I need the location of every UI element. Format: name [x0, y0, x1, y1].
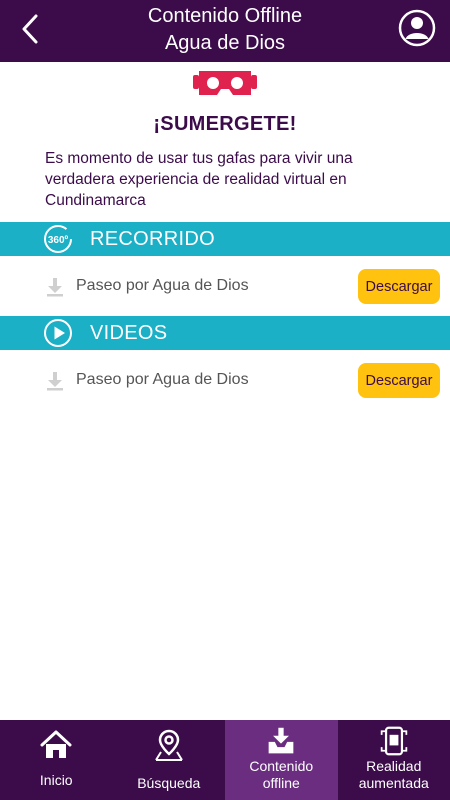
intro-description: Es momento de usar tus gafas para vivir …	[45, 150, 353, 209]
360-icon-label: 360º	[48, 235, 69, 246]
section-header-recorrido: 360º RECORRIDO	[0, 222, 450, 256]
360-icon: 360º	[44, 225, 72, 253]
intro-heading: ¡SUMERGETE!	[153, 113, 297, 135]
play-icon	[44, 319, 72, 347]
ar-phone-icon	[380, 726, 407, 756]
bottom-navigation: Inicio Búsqueda Contenido offline Realid…	[0, 720, 450, 800]
list-item: Paseo por Agua de Dios Descargar	[0, 263, 450, 311]
user-avatar-icon	[398, 9, 436, 47]
list-item: Paseo por Agua de Dios Descargar	[0, 357, 450, 405]
page-title: Contenido Offline Agua de Dios	[60, 3, 390, 57]
section-title-videos: VIDEOS	[90, 321, 168, 344]
nav-label-contenido-line2: offline	[262, 775, 300, 791]
nav-label-busqueda: Búsqueda	[137, 775, 201, 791]
nav-item-busqueda[interactable]: Búsqueda	[113, 720, 226, 800]
nav-item-realidad-aumentada[interactable]: Realidad aumentada	[338, 720, 450, 800]
map-pin-icon	[154, 729, 183, 761]
item-title: Paseo por Agua de Dios	[76, 277, 249, 294]
app-header: Contenido Offline Agua de Dios	[0, 0, 450, 62]
profile-button[interactable]	[398, 9, 436, 47]
section-header-videos: VIDEOS	[0, 316, 450, 350]
nav-item-inicio[interactable]: Inicio	[0, 720, 113, 800]
page-title-line2: Agua de Dios	[164, 32, 286, 54]
vr-goggles-icon	[193, 71, 257, 95]
download-button[interactable]: Descargar	[358, 363, 440, 398]
nav-label-realidad-line1: Realidad	[366, 758, 422, 774]
section-title-recorrido: RECORRIDO	[90, 227, 215, 250]
nav-label-realidad-line2: aumentada	[358, 775, 429, 791]
home-icon	[40, 730, 72, 758]
back-button[interactable]	[14, 10, 46, 48]
download-icon	[47, 372, 63, 391]
download-tray-icon	[268, 727, 294, 754]
nav-item-contenido-offline[interactable]: Contenido offline	[225, 720, 338, 800]
nav-label-contenido-line1: Contenido	[249, 758, 314, 774]
download-icon	[47, 278, 63, 297]
item-title: Paseo por Agua de Dios	[76, 371, 249, 388]
chevron-left-icon	[22, 14, 38, 44]
page-title-line1: Contenido Offline	[147, 5, 303, 27]
nav-label-inicio: Inicio	[39, 772, 73, 788]
download-button[interactable]: Descargar	[358, 269, 440, 304]
